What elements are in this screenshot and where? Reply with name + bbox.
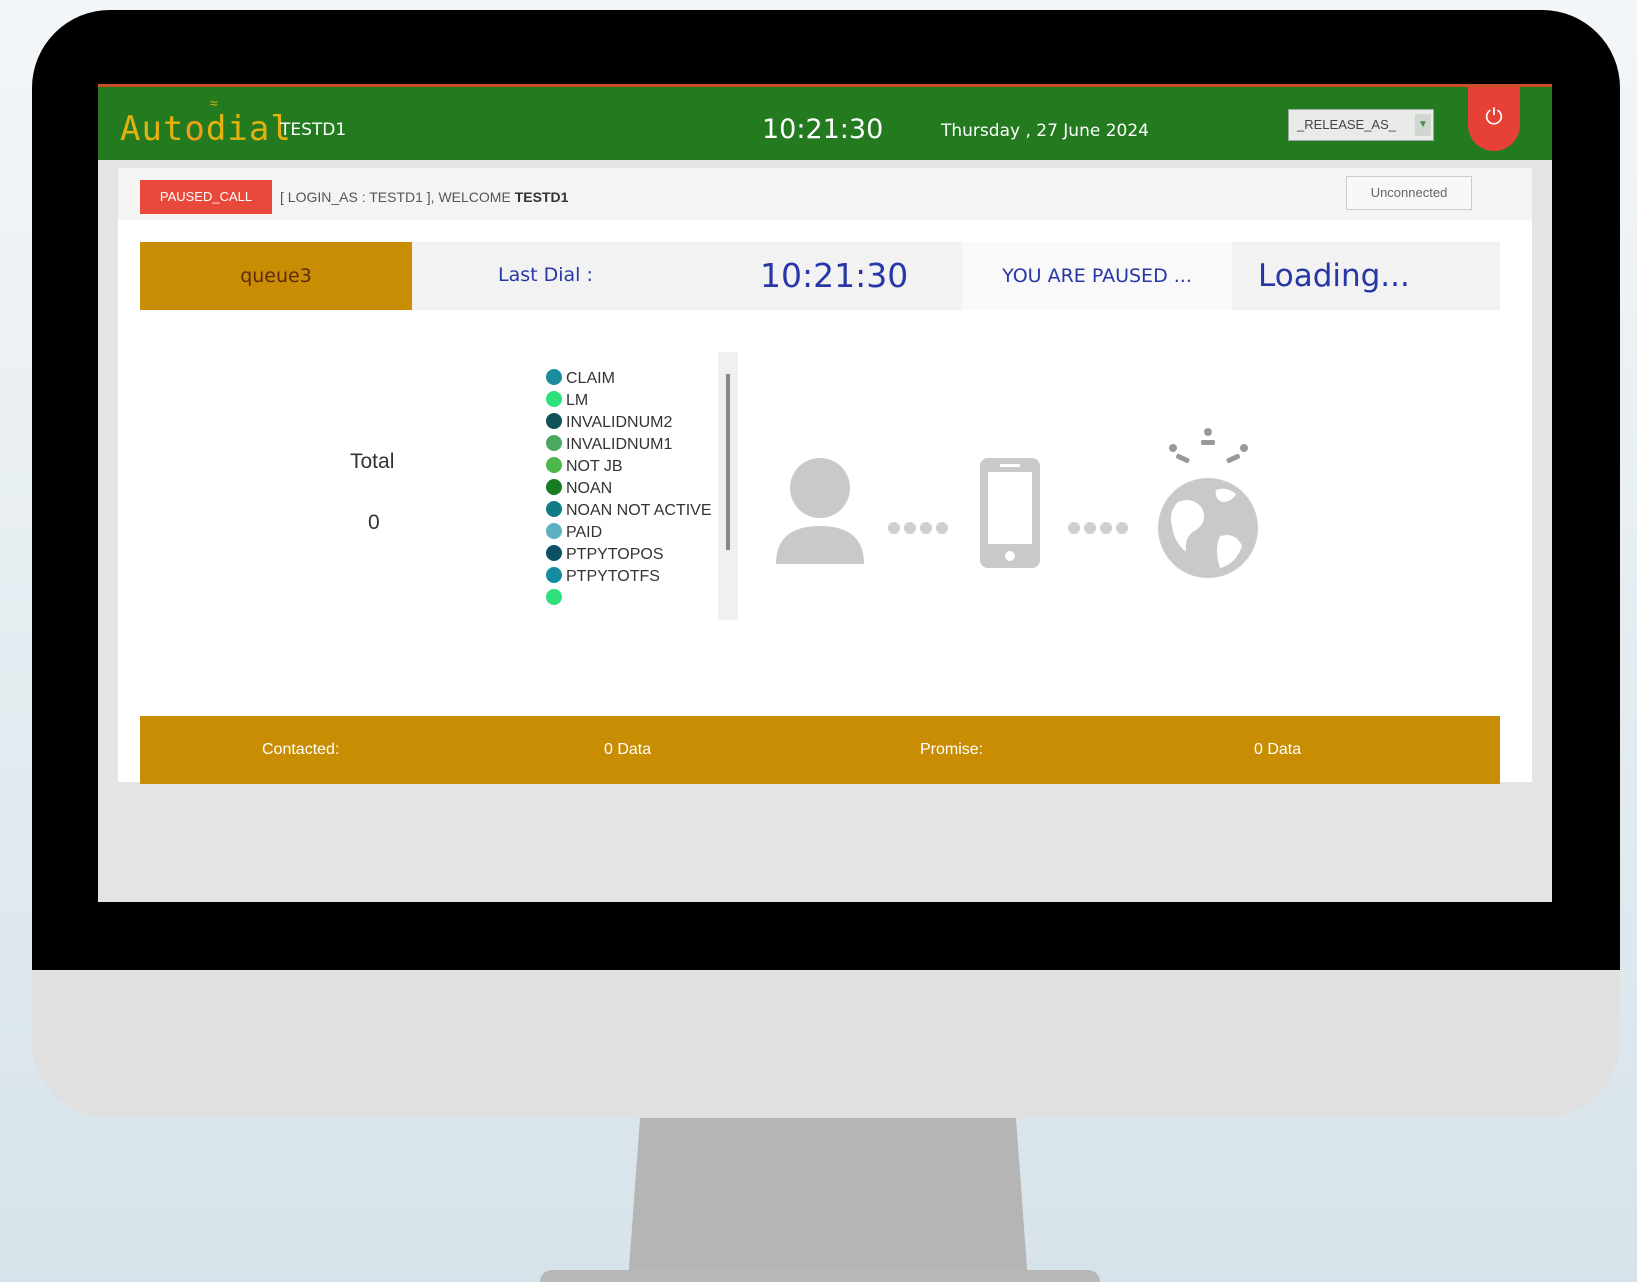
header-clock: 10:21:30 — [762, 114, 884, 145]
last-dial-label: Last Dial : — [498, 264, 593, 286]
chevron-down-icon: ▼ — [1415, 114, 1431, 136]
status-dot-icon — [546, 523, 562, 539]
app-screen: Autodial ≈ TESTD1 10:21:30 Thursday , 27… — [98, 84, 1552, 902]
paused-call-badge[interactable]: PAUSED_CALL — [140, 180, 272, 214]
status-dot-icon — [546, 369, 562, 385]
dots-icon — [888, 522, 948, 534]
legend-label: NOT JB — [566, 458, 623, 475]
legend-label: CLAIM — [566, 370, 615, 387]
disposition-legend: CLAIM LM INVALIDNUM2 INVALIDNUM1 NOT JB NOAN N… — [546, 368, 714, 610]
legend-label: PAID — [566, 524, 603, 541]
total-label: Total — [350, 450, 395, 473]
legend-item: NOAN — [546, 478, 714, 500]
release-as-select[interactable]: _RELEASE_AS_ ▼ — [1288, 109, 1434, 141]
contacted-value: 0 Data — [604, 741, 652, 758]
legend-item: NOT JB — [546, 456, 714, 478]
agent-icon — [776, 458, 864, 564]
promise-label: Promise: — [920, 741, 984, 758]
agent-id: TESTD1 — [280, 120, 347, 140]
pause-status: YOU ARE PAUSED ... — [962, 242, 1232, 310]
legend-label: PTPYTOPOS — [566, 546, 664, 563]
status-dot-icon — [546, 435, 562, 451]
status-row: PAUSED_CALL [ LOGIN_AS : TESTD1 ], WELCO… — [118, 168, 1532, 220]
promise-value: 0 Data — [1254, 741, 1302, 758]
queue-name: queue3 — [140, 242, 412, 310]
total-value: 0 — [368, 511, 380, 534]
legend-item: CLAIM — [546, 368, 714, 390]
release-as-value: _RELEASE_AS_ — [1297, 117, 1397, 132]
summary-bar: Contacted: 0 Data Promise: 0 Data — [140, 716, 1500, 784]
phone-icon — [980, 458, 1040, 568]
monitor-stand-foot — [540, 1270, 1100, 1282]
legend-item: INVALIDNUM1 — [546, 434, 714, 456]
status-dot-icon — [546, 457, 562, 473]
wifi-icon: ≈ — [210, 95, 218, 111]
legend-item: LM — [546, 390, 714, 412]
legend-item: NOAN NOT ACTIVE — [546, 500, 714, 522]
status-dot-icon — [546, 413, 562, 429]
status-dot-icon — [546, 545, 562, 561]
legend-label: INVALIDNUM1 — [566, 436, 673, 453]
legend-scrollbar[interactable] — [718, 352, 738, 620]
connection-status-button[interactable]: Unconnected — [1346, 176, 1472, 210]
globe-icon — [1158, 478, 1258, 578]
main-panel: PAUSED_CALL [ LOGIN_AS : TESTD1 ], WELCO… — [118, 168, 1532, 784]
dots-icon — [1068, 522, 1128, 534]
status-dot-icon — [546, 501, 562, 517]
contacted-label: Contacted: — [262, 741, 340, 758]
status-dot-icon — [546, 391, 562, 407]
welcome-message: [ LOGIN_AS : TESTD1 ], WELCOME TESTD1 — [280, 189, 569, 205]
legend-label: INVALIDNUM2 — [566, 414, 673, 431]
broadcast-icon — [1169, 428, 1248, 464]
loading-status: Loading... — [1258, 258, 1410, 294]
status-dot-icon — [546, 479, 562, 495]
info-row: queue3 Last Dial : 10:21:30 YOU ARE PAUS… — [140, 242, 1500, 310]
app-logo: Autodial — [120, 109, 292, 149]
status-dot-icon — [546, 567, 562, 583]
power-icon: ⏻ — [1485, 104, 1503, 129]
legend-item: INVALIDNUM2 — [546, 412, 714, 434]
legend-label: LM — [566, 392, 589, 409]
legend-item: PTPYTOTFS — [546, 566, 714, 588]
monitor-stand — [628, 1118, 1028, 1282]
legend-item: PTPYTOPOS — [546, 544, 714, 566]
scrollbar-thumb[interactable] — [726, 374, 730, 550]
legend-label: NOAN NOT ACTIVE — [566, 502, 712, 519]
status-dot-icon — [546, 589, 562, 605]
top-bar: Autodial ≈ TESTD1 10:21:30 Thursday , 27… — [98, 84, 1552, 160]
header-date: Thursday , 27 June 2024 — [941, 121, 1149, 141]
call-flow-graphic — [776, 428, 1258, 578]
legend-label: NOAN — [566, 480, 613, 497]
logout-button[interactable]: ⏻ — [1468, 87, 1520, 151]
legend-item: PAID — [546, 522, 714, 544]
legend-item — [546, 588, 714, 610]
legend-label: PTPYTOTFS — [566, 568, 660, 585]
last-dial-time: 10:21:30 — [760, 256, 909, 295]
